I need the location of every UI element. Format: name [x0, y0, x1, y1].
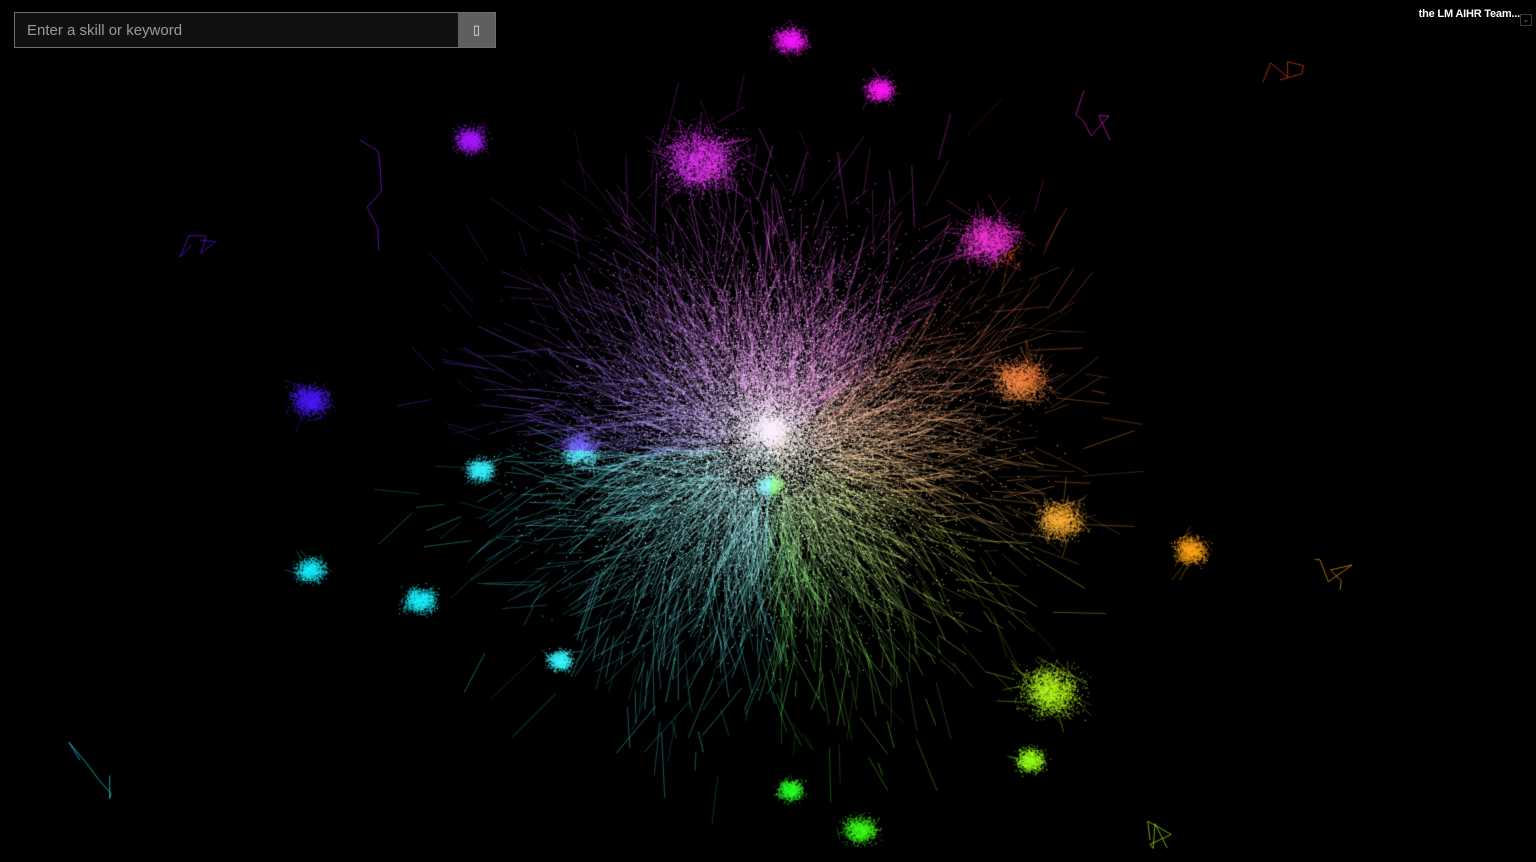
search-button[interactable]: ▯: [458, 13, 495, 47]
search-input[interactable]: [15, 13, 458, 47]
search-bar: ▯: [14, 12, 496, 48]
search-icon: ▯: [472, 22, 481, 38]
graph-stage[interactable]: ▯ the LM AIHR Team... ⌄: [0, 0, 1536, 862]
expand-icon[interactable]: ⌄: [1520, 14, 1532, 26]
skills-network-graph[interactable]: [0, 0, 1536, 862]
team-label: the LM AIHR Team...: [1418, 8, 1521, 20]
